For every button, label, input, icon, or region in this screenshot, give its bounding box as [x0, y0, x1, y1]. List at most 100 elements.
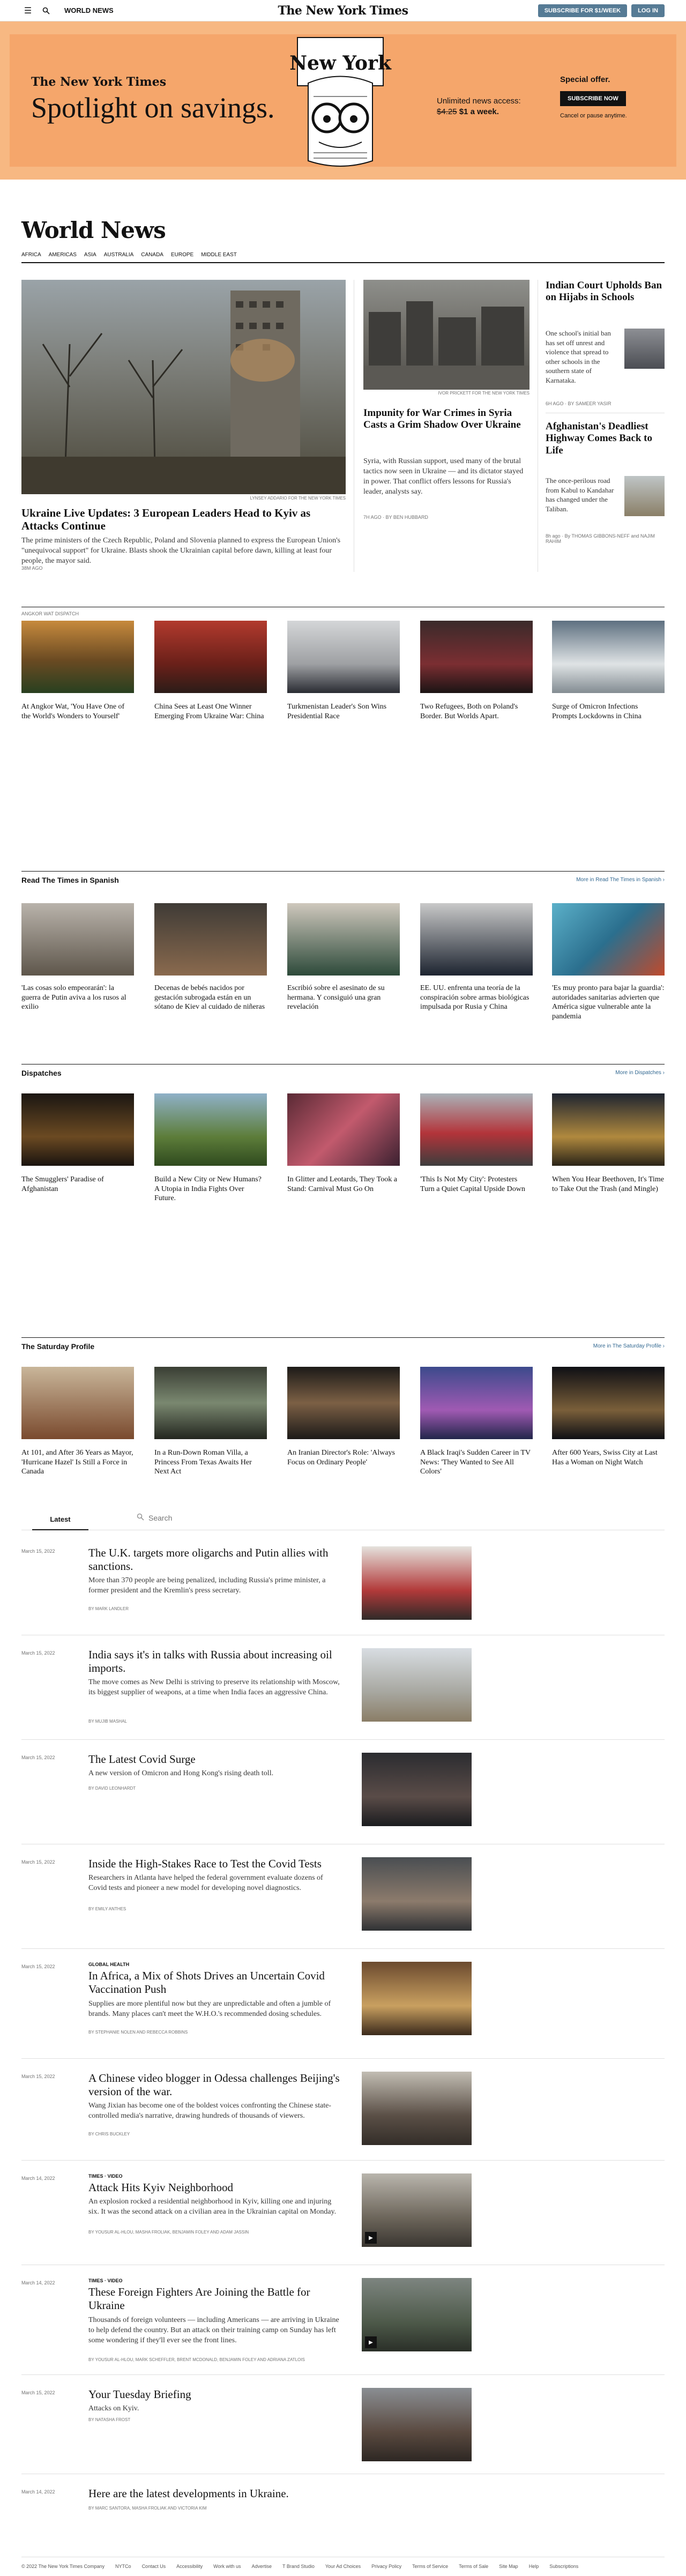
item-thumbnail[interactable]	[362, 1546, 472, 1620]
footer-link[interactable]: NYTCo	[115, 2564, 131, 2569]
item-headline[interactable]: The U.K. targets more oligarchs and Puti…	[88, 1546, 340, 1573]
item-thumbnail[interactable]	[362, 1648, 472, 1722]
item-thumbnail[interactable]: ▶	[362, 2278, 472, 2351]
card-image[interactable]	[154, 903, 267, 976]
card-image[interactable]	[420, 1367, 533, 1439]
card-headline[interactable]: In a Run-Down Roman Villa, a Princess Fr…	[154, 1448, 267, 1477]
card-headline[interactable]: Two Refugees, Both on Poland's Border. B…	[420, 702, 533, 721]
nav-europe[interactable]: EUROPE	[171, 252, 193, 258]
card-headline[interactable]: In Glitter and Leotards, They Took a Sta…	[287, 1175, 400, 1194]
card-headline[interactable]: When You Hear Beethoven, It's Time to Ta…	[552, 1175, 665, 1194]
footer-link[interactable]: Site Map	[499, 2564, 518, 2569]
right1-image[interactable]	[624, 329, 665, 369]
list-item[interactable]: March 15, 2022 Your Tuesday Briefing Att…	[21, 2388, 665, 2468]
list-item[interactable]: March 14, 2022 TIMES · VIDEO These Forei…	[21, 2278, 665, 2374]
item-headline[interactable]: The Latest Covid Surge	[88, 1753, 340, 1766]
card-image[interactable]	[154, 621, 267, 693]
item-headline[interactable]: India says it's in talks with Russia abo…	[88, 1648, 340, 1675]
footer-link[interactable]: Accessibility	[176, 2564, 203, 2569]
card-headline[interactable]: EE. UU. enfrenta una teoría de la conspi…	[420, 984, 533, 1012]
subscribe-button[interactable]: SUBSCRIBE FOR $1/WEEK	[538, 4, 628, 17]
card-headline[interactable]: Escribió sobre el asesinato de su herman…	[287, 984, 400, 1012]
more-link[interactable]: More in Dispatches ›	[615, 1070, 665, 1076]
item-thumbnail[interactable]	[362, 1753, 472, 1826]
item-thumbnail[interactable]	[362, 2388, 472, 2461]
nav-americas[interactable]: AMERICAS	[49, 252, 77, 258]
footer-link[interactable]: Work with us	[213, 2564, 241, 2569]
nav-asia[interactable]: ASIA	[84, 252, 96, 258]
more-link[interactable]: More in Read The Times in Spanish ›	[576, 877, 665, 883]
item-headline[interactable]: Attack Hits Kyiv Neighborhood	[88, 2181, 340, 2194]
card-image[interactable]	[552, 1367, 665, 1439]
card-image[interactable]	[420, 1093, 533, 1166]
card-image[interactable]	[552, 621, 665, 693]
section-title[interactable]: The Saturday Profile	[21, 1342, 94, 1351]
nav-middle-east[interactable]: MIDDLE EAST	[201, 252, 237, 258]
nav-canada[interactable]: CANADA	[141, 252, 163, 258]
menu-icon[interactable]: ☰	[21, 4, 34, 17]
card-headline[interactable]: China Sees at Least One Winner Emerging …	[154, 702, 267, 721]
list-item[interactable]: March 15, 2022 GLOBAL HEALTH In Africa, …	[21, 1962, 665, 2058]
card-headline[interactable]: Turkmenistan Leader's Son Wins President…	[287, 702, 400, 721]
card-headline[interactable]: The Smugglers' Paradise of Afghanistan	[21, 1175, 134, 1194]
card-image[interactable]	[287, 903, 400, 976]
nyt-logo[interactable]: The New York Times	[278, 4, 408, 18]
search-input[interactable]	[148, 1513, 309, 1522]
list-item[interactable]: March 15, 2022 The Latest Covid Surge A …	[21, 1753, 665, 1838]
footer-link[interactable]: Advertise	[251, 2564, 272, 2569]
footer-link[interactable]: Terms of Sale	[459, 2564, 488, 2569]
card-image[interactable]	[21, 621, 134, 693]
card-headline[interactable]: An Iranian Director's Role: 'Always Focu…	[287, 1448, 400, 1467]
card-image[interactable]	[21, 1367, 134, 1439]
card-headline[interactable]: At 101, and After 36 Years as Mayor, 'Hu…	[21, 1448, 134, 1477]
card-image[interactable]	[154, 1093, 267, 1166]
card-image[interactable]	[21, 1093, 134, 1166]
card-headline[interactable]: Surge of Omicron Infections Prompts Lock…	[552, 702, 665, 721]
right2-headline[interactable]: Afghanistan's Deadliest Highway Comes Ba…	[546, 421, 665, 457]
lead-image[interactable]	[21, 280, 346, 494]
footer-link[interactable]: Subscriptions	[549, 2564, 578, 2569]
promo-banner[interactable]: The New York Times Spotlight on savings.…	[0, 21, 686, 180]
search-icon[interactable]	[40, 4, 53, 17]
item-thumbnail[interactable]	[362, 1857, 472, 1931]
right1-headline[interactable]: Indian Court Upholds Ban on Hijabs in Sc…	[546, 280, 665, 304]
card-headline[interactable]: Build a New City or New Humans? A Utopia…	[154, 1175, 267, 1203]
section-title[interactable]: Read The Times in Spanish	[21, 876, 119, 884]
item-thumbnail[interactable]: ▶	[362, 2173, 472, 2247]
section-name[interactable]: WORLD NEWS	[64, 6, 114, 14]
list-item[interactable]: March 14, 2022 Here are the latest devel…	[21, 2487, 665, 2541]
lead-headline[interactable]: Ukraine Live Updates: 3 European Leaders…	[21, 507, 346, 532]
item-headline[interactable]: Your Tuesday Briefing	[88, 2388, 340, 2401]
item-thumbnail[interactable]	[362, 2072, 472, 2145]
item-headline[interactable]: In Africa, a Mix of Shots Drives an Unce…	[88, 1969, 340, 1996]
card-image[interactable]	[552, 1093, 665, 1166]
list-item[interactable]: March 15, 2022 A Chinese video blogger i…	[21, 2072, 665, 2157]
card-image[interactable]	[287, 1367, 400, 1439]
footer-link[interactable]: Contact Us	[142, 2564, 166, 2569]
list-item[interactable]: March 15, 2022 The U.K. targets more oli…	[21, 1546, 665, 1632]
list-item[interactable]: March 15, 2022 India says it's in talks …	[21, 1648, 665, 1734]
mid-headline[interactable]: Impunity for War Crimes in Syria Casts a…	[363, 407, 530, 431]
card-image[interactable]	[287, 621, 400, 693]
card-headline[interactable]: Decenas de bebés nacidos por gestación s…	[154, 984, 267, 1012]
card-headline[interactable]: 'This Is Not My City': Protesters Turn a…	[420, 1175, 533, 1194]
list-item[interactable]: March 15, 2022 Inside the High-Stakes Ra…	[21, 1857, 665, 1943]
footer-link[interactable]: Help	[529, 2564, 539, 2569]
footer-link[interactable]: T Brand Studio	[282, 2564, 315, 2569]
section-title[interactable]: Dispatches	[21, 1069, 62, 1077]
card-image[interactable]	[420, 621, 533, 693]
nav-africa[interactable]: AFRICA	[21, 252, 41, 258]
card-image[interactable]	[287, 1093, 400, 1166]
list-item[interactable]: March 14, 2022 TIMES · VIDEO Attack Hits…	[21, 2173, 665, 2265]
search-box[interactable]	[137, 1513, 309, 1522]
footer-link[interactable]: Terms of Service	[412, 2564, 448, 2569]
card-headline[interactable]: A Black Iraqi's Sudden Career in TV News…	[420, 1448, 533, 1477]
card-image[interactable]	[21, 903, 134, 976]
card-headline[interactable]: 'Las cosas solo empeorarán': la guerra d…	[21, 984, 134, 1012]
footer-link[interactable]: Privacy Policy	[371, 2564, 401, 2569]
item-headline[interactable]: A Chinese video blogger in Odessa challe…	[88, 2072, 340, 2098]
item-headline[interactable]: Here are the latest developments in Ukra…	[88, 2487, 340, 2500]
subscribe-now-button[interactable]: SUBSCRIBE NOW	[560, 91, 626, 106]
login-button[interactable]: LOG IN	[631, 4, 665, 17]
card-headline[interactable]: 'Es muy pronto para bajar la guardia': a…	[552, 984, 665, 1021]
